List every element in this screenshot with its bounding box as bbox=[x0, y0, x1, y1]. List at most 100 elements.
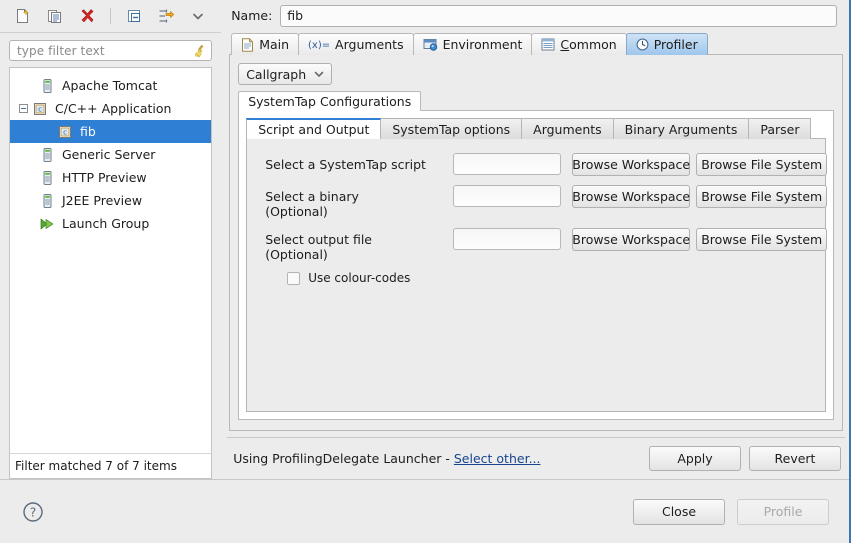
apply-button[interactable]: Apply bbox=[649, 446, 741, 471]
subtab-parser[interactable]: Parser bbox=[748, 118, 812, 139]
tree-item-label: J2EE Preview bbox=[62, 193, 143, 208]
select-other-link[interactable]: Select other... bbox=[454, 451, 541, 466]
clock-icon bbox=[636, 38, 649, 51]
help-question-icon[interactable]: ? bbox=[22, 501, 44, 523]
filter-launch-configurations-button[interactable] bbox=[155, 5, 177, 27]
subtab-arguments[interactable]: Arguments bbox=[521, 118, 614, 139]
tree-item-label: Launch Group bbox=[62, 216, 150, 231]
tab-label: Common bbox=[560, 37, 617, 52]
script-and-output-panel: Select a SystemTap script Browse Workspa… bbox=[246, 138, 828, 412]
tree-item-j2ee-preview[interactable]: J2EE Preview bbox=[10, 189, 211, 212]
profile-button[interactable]: Profile bbox=[737, 498, 829, 525]
collapse-all-icon bbox=[128, 10, 140, 22]
revert-button[interactable]: Revert bbox=[749, 446, 841, 471]
script-label-text: Select a SystemTap script bbox=[265, 157, 426, 172]
tree-item-http-preview[interactable]: HTTP Preview bbox=[10, 166, 211, 189]
green-arrow-icon bbox=[38, 215, 56, 233]
variables-icon: (x)= bbox=[308, 40, 330, 51]
svg-text:c: c bbox=[38, 105, 42, 113]
server-icon bbox=[38, 146, 56, 164]
tree-item-generic-server[interactable]: Generic Server bbox=[10, 143, 211, 166]
script-path-input[interactable] bbox=[453, 153, 562, 175]
binary-path-input[interactable] bbox=[453, 185, 562, 207]
tab-label: Profiler bbox=[653, 37, 698, 52]
profile-configurations-dialog: type filter text Apache Tomcat c C/C++ A… bbox=[0, 0, 851, 543]
environment-icon bbox=[423, 38, 437, 51]
output-label-optional: (Optional) bbox=[265, 247, 328, 262]
dialog-footer: ? Close Profile bbox=[0, 479, 851, 543]
configuration-tab-folder: Main (x)= Arguments Environment Common P… bbox=[229, 32, 843, 431]
tree-item-apache-tomcat[interactable]: Apache Tomcat bbox=[10, 74, 211, 97]
broom-icon[interactable] bbox=[191, 43, 207, 59]
tab-common[interactable]: Common bbox=[531, 33, 627, 55]
chevron-down-icon bbox=[193, 13, 203, 20]
delete-x-icon bbox=[81, 9, 94, 23]
tree-item-label: Apache Tomcat bbox=[62, 78, 158, 93]
search-input[interactable]: type filter text bbox=[17, 44, 191, 58]
new-launch-configuration-button[interactable] bbox=[12, 5, 34, 27]
svg-text:?: ? bbox=[30, 505, 36, 519]
launcher-status-prefix: Using ProfilingDelegate Launcher - bbox=[233, 451, 454, 466]
launcher-status-text: Using ProfilingDelegate Launcher - Selec… bbox=[233, 451, 641, 466]
binary-browse-workspace-button[interactable]: Browse Workspace bbox=[572, 185, 691, 208]
tree-item-label: fib bbox=[80, 124, 96, 139]
view-menu-button[interactable] bbox=[187, 5, 209, 27]
subtab-binary-arguments[interactable]: Binary Arguments bbox=[612, 118, 750, 139]
server-icon bbox=[38, 169, 56, 187]
duplicate-launch-configuration-button[interactable] bbox=[44, 5, 66, 27]
delete-launch-configuration-button[interactable] bbox=[76, 5, 98, 27]
systemtap-configurations-tabbar: SystemTap Configurations bbox=[238, 91, 834, 111]
collapse-all-button[interactable] bbox=[123, 5, 145, 27]
minus-box-icon bbox=[19, 104, 28, 113]
output-browse-workspace-button[interactable]: Browse Workspace bbox=[572, 228, 691, 251]
tree-item-label: HTTP Preview bbox=[62, 170, 147, 185]
dialog-body: type filter text Apache Tomcat c C/C++ A… bbox=[0, 0, 851, 479]
close-button[interactable]: Close bbox=[633, 498, 725, 525]
tab-main[interactable]: Main bbox=[231, 33, 300, 55]
chevron-down-icon bbox=[314, 71, 324, 77]
tree-item-label: C/C++ Application bbox=[55, 101, 172, 116]
tree-twisty-collapse[interactable] bbox=[16, 97, 31, 120]
tree-item-launch-group[interactable]: Launch Group bbox=[10, 212, 211, 235]
launch-configuration-tree[interactable]: Apache Tomcat c C/C++ Application c fib … bbox=[9, 67, 213, 453]
tab-profiler[interactable]: Profiler bbox=[625, 33, 708, 55]
script-browse-filesystem-button[interactable]: Browse File System bbox=[696, 153, 828, 176]
document-icon bbox=[242, 37, 254, 52]
form-row-binary: Select a binary (Optional) Browse Worksp… bbox=[265, 185, 828, 219]
systemtap-configurations-folder: SystemTap Configurations Script and Outp… bbox=[238, 91, 834, 420]
use-colour-codes-checkbox[interactable] bbox=[287, 271, 301, 285]
filter-arrow-icon bbox=[159, 9, 175, 23]
output-browse-filesystem-button[interactable]: Browse File System bbox=[696, 228, 828, 251]
tree-item-fib[interactable]: c fib bbox=[10, 120, 212, 143]
combo-value: Callgraph bbox=[246, 66, 307, 82]
output-path-input[interactable] bbox=[453, 228, 562, 250]
launch-configurations-sidebar: type filter text Apache Tomcat c C/C++ A… bbox=[0, 0, 222, 479]
systemtap-configurations-content: Script and Output SystemTap options Argu… bbox=[238, 110, 834, 420]
profiler-type-combo[interactable]: Callgraph bbox=[238, 63, 333, 85]
filter-area: type filter text bbox=[0, 33, 221, 67]
use-colour-codes-row[interactable]: Use colour-codes bbox=[265, 271, 825, 285]
script-browse-workspace-button[interactable]: Browse Workspace bbox=[572, 153, 691, 176]
filter-input-box[interactable]: type filter text bbox=[9, 40, 213, 61]
binary-browse-filesystem-button[interactable]: Browse File System bbox=[696, 185, 828, 208]
subtab-systemtap-options[interactable]: SystemTap options bbox=[380, 118, 523, 139]
form-row-output: Select output file (Optional) Browse Wor… bbox=[265, 228, 828, 262]
name-row: Name: fib bbox=[227, 0, 845, 30]
output-label-text: Select output file bbox=[265, 232, 372, 247]
tree-rows: Apache Tomcat c C/C++ Application c fib … bbox=[10, 68, 212, 235]
filter-status-label: Filter matched 7 of 7 items bbox=[9, 453, 213, 479]
tree-item-c-cpp-application[interactable]: c C/C++ Application bbox=[10, 97, 211, 120]
tab-systemtap-configurations[interactable]: SystemTap Configurations bbox=[238, 91, 422, 111]
tab-arguments[interactable]: (x)= Arguments bbox=[298, 33, 414, 55]
output-label: Select output file (Optional) bbox=[265, 228, 453, 262]
binary-label-text: Select a binary bbox=[265, 189, 359, 204]
tab-environment[interactable]: Environment bbox=[412, 33, 533, 55]
name-input[interactable]: fib bbox=[280, 4, 837, 27]
common-icon bbox=[541, 38, 555, 51]
svg-text:c: c bbox=[63, 128, 67, 136]
server-icon bbox=[38, 192, 56, 210]
subtab-script-and-output[interactable]: Script and Output bbox=[246, 118, 382, 139]
tab-label: Main bbox=[259, 37, 290, 52]
launcher-status-bar: Using ProfilingDelegate Launcher - Selec… bbox=[227, 437, 845, 479]
server-icon bbox=[38, 77, 56, 95]
